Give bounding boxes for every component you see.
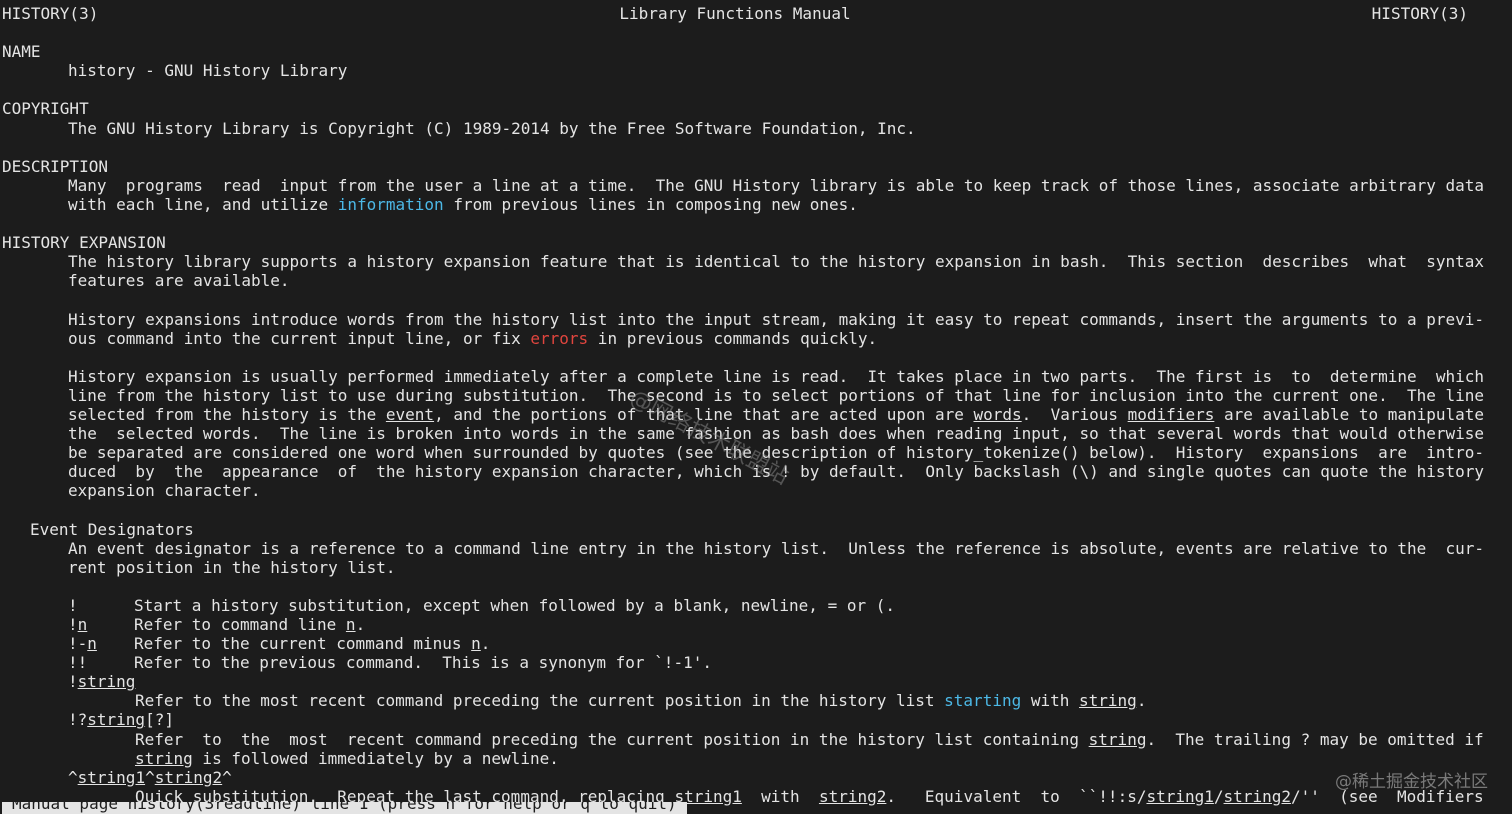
pager-status-bar: Manual page history(3readline) line 1 (p… [2, 802, 687, 814]
description-line: with each line, and utilize information … [68, 194, 858, 214]
paragraph-line: ous command into the current input line,… [68, 328, 878, 348]
section-heading-description: DESCRIPTION [2, 156, 108, 176]
designator-key: ^string1^string2^ [68, 767, 232, 787]
designator-row: !! Refer to the previous command. This is… [68, 653, 712, 673]
paragraph-line: History expansion is usually performed i… [68, 366, 1485, 386]
man-header: HISTORY(3) Library Functions Manual HIST… [2, 4, 1468, 23]
header-right: HISTORY(3) [1371, 4, 1468, 23]
paragraph-line: features are available. [68, 271, 290, 291]
watermark: @稀土掘金技术社区 [1335, 772, 1488, 792]
paragraph-line: An event designator is a reference to a … [68, 538, 1485, 558]
paragraph-line: The history library supports a history e… [68, 252, 1485, 272]
section-heading-name: NAME [2, 42, 41, 62]
header-left: HISTORY(3) [2, 4, 99, 23]
paragraph-line: expansion character. [68, 481, 261, 501]
designator-row: ! Start a history substitution, except wh… [68, 595, 895, 615]
paragraph-line: selected from the history is the event, … [68, 404, 1485, 424]
highlight-information: information [337, 194, 444, 214]
paragraph-line: History expansions introduce words from … [68, 309, 1485, 329]
subsection-heading-event-designators: Event Designators [30, 519, 194, 539]
designator-row: !-n Refer to the current command minus n. [68, 634, 491, 654]
designator-row: !n Refer to command line n. [68, 615, 366, 634]
terminal-screen[interactable]: HISTORY(3) Library Functions Manual HIST… [2, 4, 1502, 806]
designator-key: !string [68, 672, 136, 692]
paragraph-line: line from the history list to use during… [68, 385, 1485, 405]
section-heading-copyright: COPYRIGHT [2, 99, 89, 119]
paragraph-line: rent position in the history list. [68, 557, 396, 577]
header-center: Library Functions Manual [619, 4, 851, 23]
highlight-starting: starting [944, 691, 1022, 711]
designator-key: !?string[?] [68, 710, 174, 730]
description-line: Many programs read input from the user a… [68, 175, 1485, 195]
designator-desc: string is followed immediately by a newl… [135, 748, 559, 768]
name-body: history - GNU History Library [68, 61, 348, 81]
copyright-body: The GNU History Library is Copyright (C)… [68, 118, 916, 138]
section-heading-history-expansion: HISTORY EXPANSION [2, 233, 166, 253]
designator-desc: Refer to the most recent command precedi… [135, 691, 1147, 711]
highlight-errors: errors [530, 328, 589, 348]
designator-desc: Refer to the most recent command precedi… [135, 729, 1484, 749]
